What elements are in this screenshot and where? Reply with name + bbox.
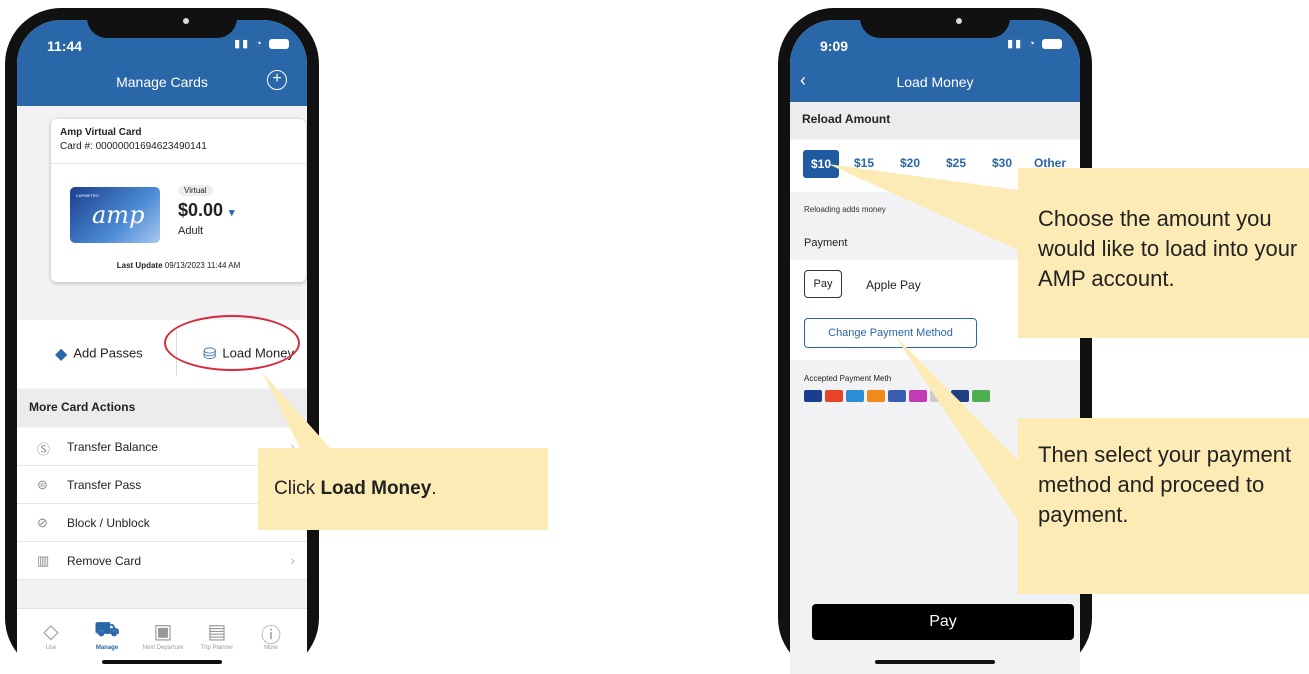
trash-icon: ▥ [37, 553, 50, 568]
bus-icon: ▣ [153, 621, 173, 643]
apple-pay-chip: Pay [804, 270, 842, 298]
battery-icon [1042, 39, 1062, 50]
chevron-right-icon: › [290, 552, 295, 568]
home-indicator[interactable] [875, 660, 995, 664]
map-icon: ▤ [207, 621, 227, 643]
info-icon: ⓘ [261, 625, 281, 647]
list-item-label: Transfer Pass [67, 478, 142, 492]
ticket-icon: ◇ [43, 621, 59, 643]
reload-note: Reloading adds money [804, 205, 886, 214]
payment-logos [804, 390, 1080, 410]
load-money-highlight [164, 315, 300, 371]
phone-notch [860, 8, 1010, 38]
paypal-icon [951, 390, 969, 402]
transfer-balance-icon: Ⓢ [37, 442, 51, 457]
wallet-icon [909, 390, 927, 402]
ticket-icon: ◆ [55, 346, 68, 363]
last-update: Last Update 09/13/2023 11:44 AM [51, 261, 306, 270]
amp-card-image: CAPMETRO amp [70, 187, 160, 243]
apple-pay-button[interactable]: Pay [812, 604, 1074, 640]
tab-label: Next Departure [142, 645, 184, 651]
apple-pay-logo-icon [930, 390, 948, 402]
tab-more[interactable]: ⓘ More [243, 619, 299, 651]
amount-option-10[interactable]: $10 [803, 150, 840, 178]
list-item-label: Remove Card [67, 554, 142, 568]
amex-icon [846, 390, 864, 402]
callout-step1-prefix: Click [274, 478, 321, 499]
amount-option-30[interactable]: $30 [992, 156, 1012, 170]
mastercard-icon [825, 390, 843, 402]
payment-heading: Payment [804, 237, 848, 249]
nav-bar: ‹ Load Money [790, 64, 1080, 104]
amp-logo: amp [92, 201, 145, 229]
reload-amount-heading: Reload Amount [790, 102, 1080, 138]
phone-notch [87, 8, 237, 38]
page-title: Load Money [896, 74, 974, 90]
battery-icon [269, 39, 289, 50]
status-time: 11:44 [47, 38, 83, 54]
card-brand-small: CAPMETRO [76, 193, 99, 198]
visa-icon [804, 390, 822, 402]
status-icons: ▮▮ ◔ [1007, 37, 1062, 50]
tab-label: Use [45, 645, 57, 651]
status-icons: ▮▮ ◔ [234, 37, 289, 50]
balance-value: $0.00 [178, 200, 224, 220]
amount-option-15[interactable]: $15 [854, 156, 874, 170]
list-item-remove-card[interactable]: ▥ Remove Card › [17, 542, 307, 580]
payment-method-name: Apple Pay [866, 278, 921, 292]
home-indicator[interactable] [102, 660, 222, 664]
add-card-button[interactable]: + [267, 70, 287, 90]
last-update-value: 09/13/2023 11:44 AM [164, 261, 241, 270]
chevron-down-icon[interactable]: ▾ [229, 207, 235, 219]
discover-icon [867, 390, 885, 402]
virtual-badge: Virtual [178, 185, 213, 196]
card-name: Amp Virtual Card [60, 127, 142, 138]
diners-icon [888, 390, 906, 402]
card-divider [51, 163, 306, 164]
card-balance[interactable]: $0.00 ▾ [178, 200, 235, 221]
callout-step3: Then select your payment method and proc… [1018, 418, 1309, 594]
callout-step1-suffix: . [431, 478, 437, 499]
list-item-label: Block / Unblock [67, 516, 150, 530]
amount-option-25[interactable]: $25 [946, 156, 966, 170]
tab-bar: ◇ Use ⛟ Manage ▣ Next Departure ▤ Trip Plann… [17, 608, 307, 674]
last-update-label: Last Update [116, 261, 163, 270]
add-passes-button[interactable]: ◆ Add Passes [55, 344, 143, 364]
add-passes-label: Add Passes [73, 345, 143, 361]
amount-option-20[interactable]: $20 [900, 156, 920, 170]
block-icon: ⊘ [37, 515, 48, 530]
page-title: Manage Cards [116, 74, 208, 90]
tab-label: Trip Planner [200, 645, 234, 651]
list-item-label: Transfer Balance [67, 440, 158, 454]
tab-label: More [264, 645, 278, 651]
camera-dot [956, 18, 962, 24]
callout-step2: Choose the amount you would like to load… [1018, 168, 1309, 338]
apple-pay-button-label: Pay [929, 613, 957, 630]
card-number: Card #: 00000001694623490141 [60, 141, 207, 152]
cash-icon [972, 390, 990, 402]
tab-next-departure[interactable]: ▣ Next Departure [135, 619, 191, 651]
tab-manage[interactable]: ⛟ Manage [79, 619, 135, 651]
status-time: 9:09 [820, 38, 849, 54]
tab-use[interactable]: ◇ Use [23, 619, 79, 651]
cart-icon: ⛟ [94, 619, 120, 641]
accepted-payment-methods-label: Accepted Payment Meth [804, 374, 892, 383]
callout-step1: Click Load Money. [258, 448, 548, 530]
nav-bar: Manage Cards + [17, 64, 307, 104]
callout-step1-bold: Load Money [320, 478, 432, 499]
transfer-pass-icon: ⊜ [37, 477, 48, 492]
more-card-actions-heading: More Card Actions [17, 390, 307, 426]
apple-pay-chip-label: Pay [813, 278, 833, 290]
camera-dot [183, 18, 189, 24]
change-payment-method-button[interactable]: Change Payment Method [804, 318, 977, 348]
tab-trip-planner[interactable]: ▤ Trip Planner [189, 619, 245, 651]
fare-type: Adult [178, 225, 204, 237]
tab-label: Manage [95, 645, 119, 651]
virtual-card-panel[interactable]: Amp Virtual Card Card #: 000000016946234… [51, 119, 306, 282]
